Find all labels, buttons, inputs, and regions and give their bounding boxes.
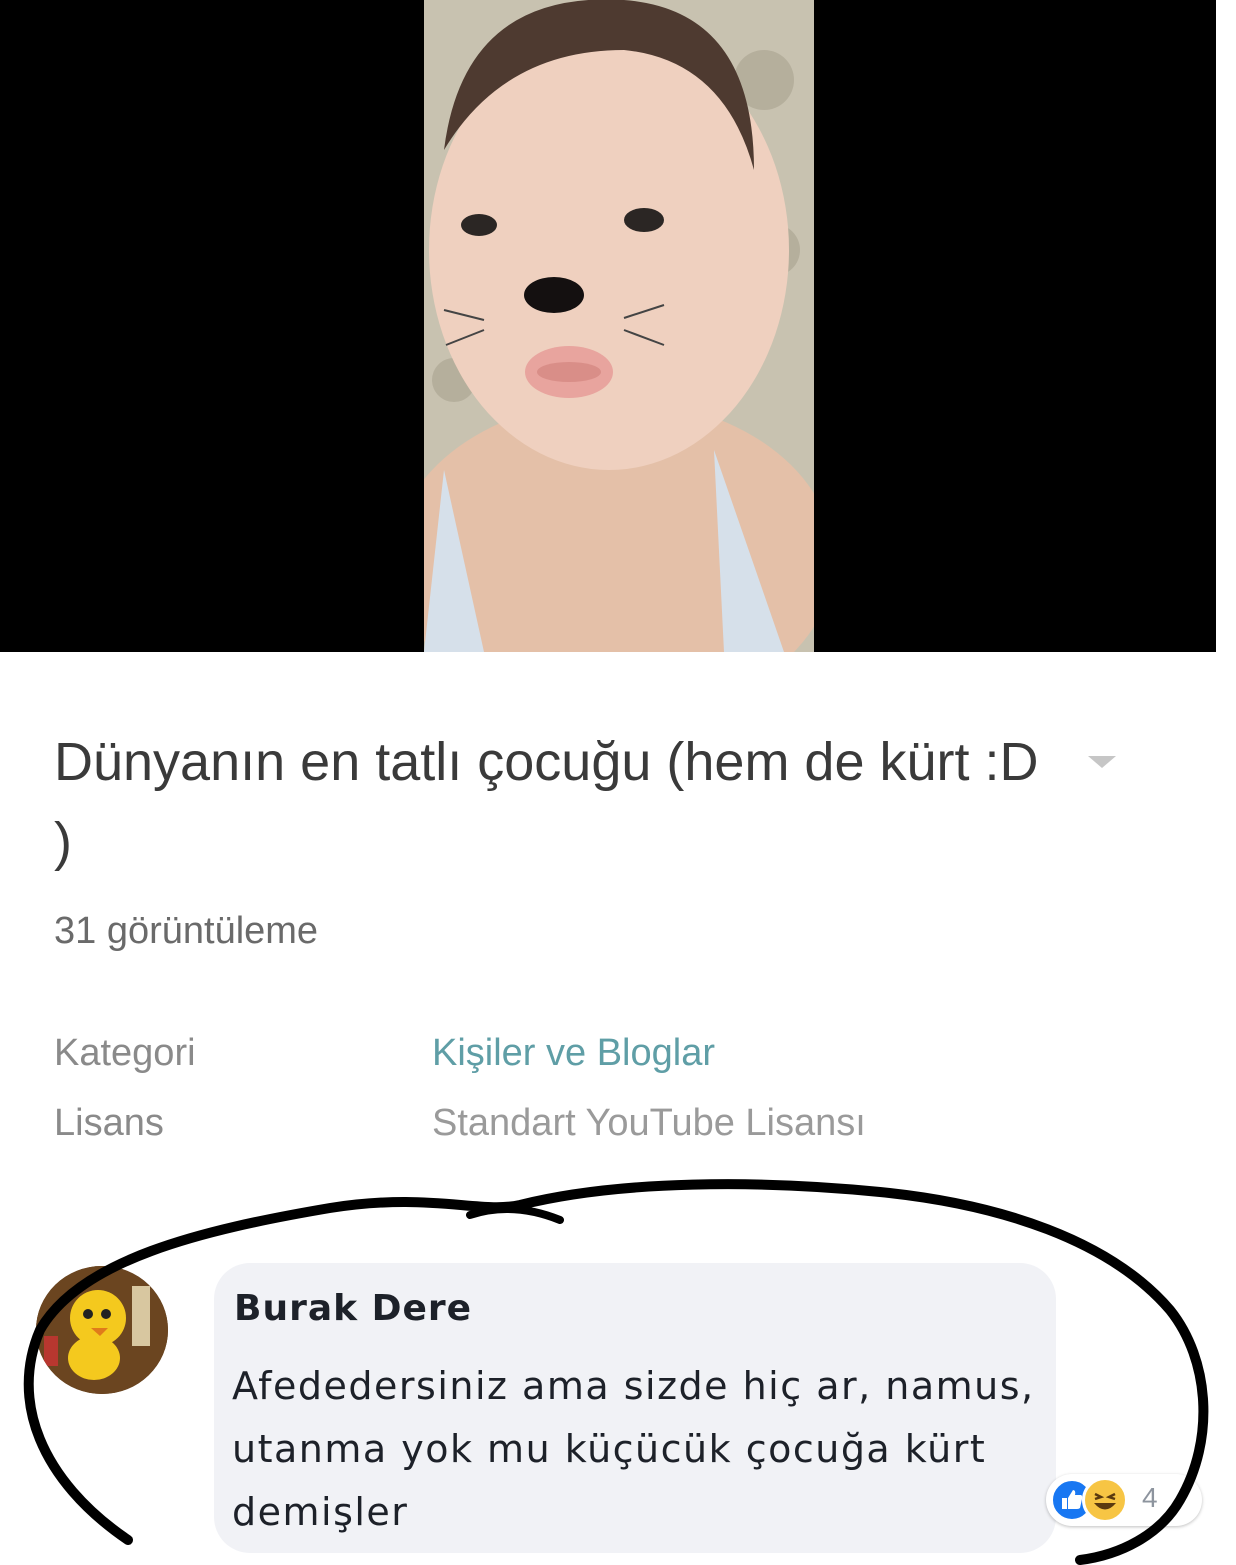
chevron-down-icon[interactable]	[1088, 756, 1116, 768]
license-value: Standart YouTube Lisansı	[432, 1102, 866, 1144]
video-player[interactable]	[0, 0, 1216, 652]
license-label: Lisans	[54, 1102, 164, 1144]
category-link[interactable]: Kişiler ve Bloglar	[432, 1032, 715, 1074]
comment-author[interactable]: Burak Dere	[234, 1288, 472, 1329]
category-label: Kategori	[54, 1032, 196, 1074]
child-face-image	[424, 0, 814, 652]
video-title: Dünyanın en tatlı çocuğu (hem de kürt :D…	[54, 732, 1039, 872]
comment-text: Afededersiniz ama sizde hiç ar, namus, u…	[232, 1364, 1035, 1534]
reaction-summary[interactable]: 4	[1046, 1474, 1202, 1526]
page-edge	[1216, 0, 1236, 1565]
avatar-image	[36, 1266, 168, 1394]
avatar[interactable]	[36, 1266, 168, 1394]
view-count: 31 görüntüleme	[54, 910, 319, 952]
reaction-count: 4	[1142, 1482, 1158, 1513]
video-thumbnail[interactable]	[424, 0, 814, 652]
haha-icon	[1082, 1477, 1128, 1523]
